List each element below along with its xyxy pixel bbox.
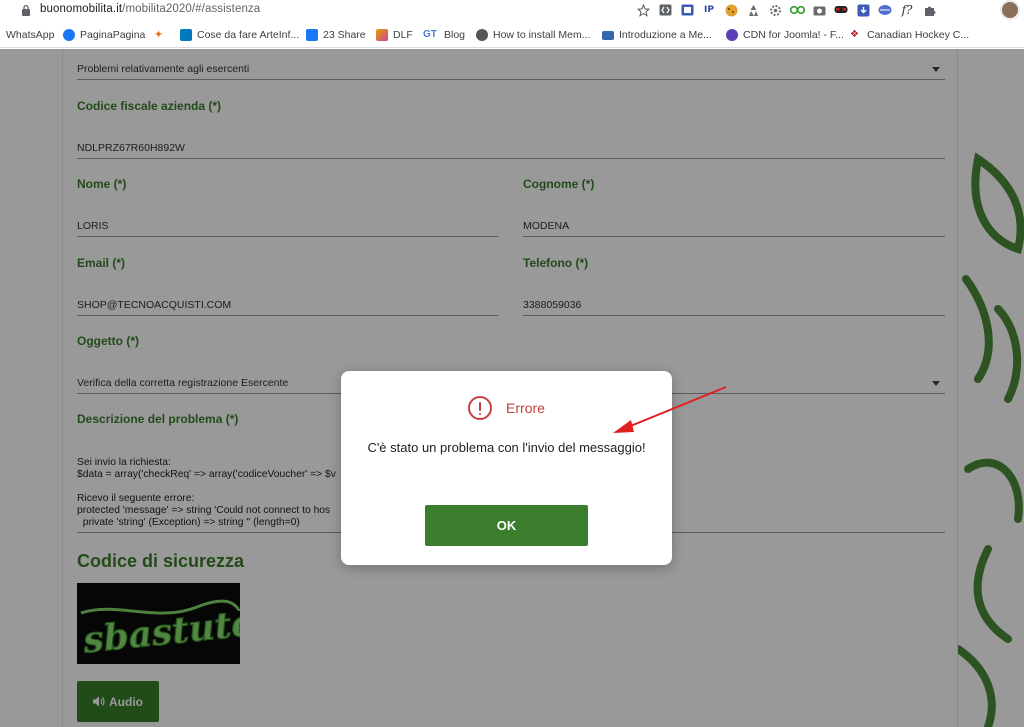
bookmark-spark[interactable]: ✦ [154, 28, 166, 42]
error-icon [468, 396, 493, 420]
dialog-header: Errore [341, 393, 672, 423]
gt-icon: GT [423, 29, 437, 40]
bookmark-introduzione[interactable]: Introduzione a Me... [602, 28, 712, 42]
url-path: /mobilita2020/#/assistenza [122, 3, 261, 15]
trello-icon [180, 29, 192, 41]
bookmark-paginapagina[interactable]: PaginaPagina [63, 28, 145, 42]
profile-avatar[interactable] [1000, 0, 1020, 20]
cookie-icon[interactable] [720, 2, 742, 18]
bookmark-label: Introduzione a Me... [619, 29, 712, 41]
camera-icon[interactable] [808, 2, 830, 18]
bookmark-label: WhatsApp [6, 29, 55, 41]
spark-icon: ✦ [154, 29, 164, 41]
bookmark-whatsapp[interactable]: WhatsApp [6, 28, 54, 42]
globe-icon [476, 29, 488, 41]
ok-button[interactable]: OK [425, 505, 588, 546]
bookmark-label: PaginaPagina [80, 29, 146, 41]
logo-icon: ❖ [850, 29, 859, 40]
bookmark-blog[interactable]: GT Blog [423, 28, 465, 42]
font-icon[interactable]: f? [896, 2, 918, 18]
bookmark-cdn-joomla[interactable]: CDN for Joomla! - F... [726, 28, 844, 42]
code-icon[interactable] [654, 2, 676, 18]
bookmark-label: 23 Share [323, 29, 366, 41]
font-icon-label: f? [901, 3, 913, 17]
ip-label: IP [704, 5, 714, 15]
bookmark-label: How to install Mem... [493, 29, 591, 41]
dialog-message: C'è stato un problema con l'invio del me… [367, 440, 646, 455]
brush-icon [376, 29, 388, 41]
puzzle-icon[interactable] [918, 2, 940, 18]
joomla-icon [726, 29, 738, 41]
ip-icon[interactable]: IP [698, 2, 720, 18]
bookmark-canadian-hockey[interactable]: ❖ Canadian Hockey C... [850, 28, 969, 42]
tripadvisor-icon[interactable] [786, 2, 808, 18]
facebook-icon [306, 29, 318, 41]
mask-icon[interactable] [830, 2, 852, 18]
url-host: buonomobilita.it [40, 3, 123, 15]
star-icon[interactable] [632, 2, 654, 18]
recycle-icon[interactable] [742, 2, 764, 18]
bookmarks-bar: WhatsApp PaginaPagina ✦ Cose da fare Art… [0, 22, 1024, 48]
gear-icon[interactable] [764, 2, 786, 18]
bookmark-label: CDN for Joomla! - F... [743, 29, 844, 41]
lock-icon [22, 4, 30, 16]
monitor-icon [602, 30, 614, 40]
bookmark-label: Blog [444, 29, 466, 41]
globe-icon[interactable] [874, 2, 896, 18]
dialog-title: Errore [506, 400, 545, 416]
bookmark-23-share[interactable]: 23 Share [306, 28, 366, 42]
bookmark-how-to-install[interactable]: How to install Mem... [476, 28, 590, 42]
address-text[interactable]: buonomobilita.it/mobilita2020/#/assisten… [40, 3, 260, 15]
bookmark-dlf[interactable]: DLF [376, 28, 413, 42]
bookmark-label: Canadian Hockey C... [867, 29, 970, 41]
browser-url-bar[interactable]: buonomobilita.it/mobilita2020/#/assisten… [0, 0, 1024, 20]
bookmark-cose-da-fare[interactable]: Cose da fare ArteInf... [180, 28, 299, 42]
bookmark-label: Cose da fare ArteInf... [197, 29, 300, 41]
reader-icon[interactable] [676, 2, 698, 18]
facebook-icon [63, 29, 75, 41]
bookmark-label: DLF [393, 29, 413, 41]
error-dialog: Errore C'è stato un problema con l'invio… [341, 371, 672, 565]
extension-toolbar: IP f? [632, 2, 940, 18]
download-icon[interactable] [852, 2, 874, 18]
